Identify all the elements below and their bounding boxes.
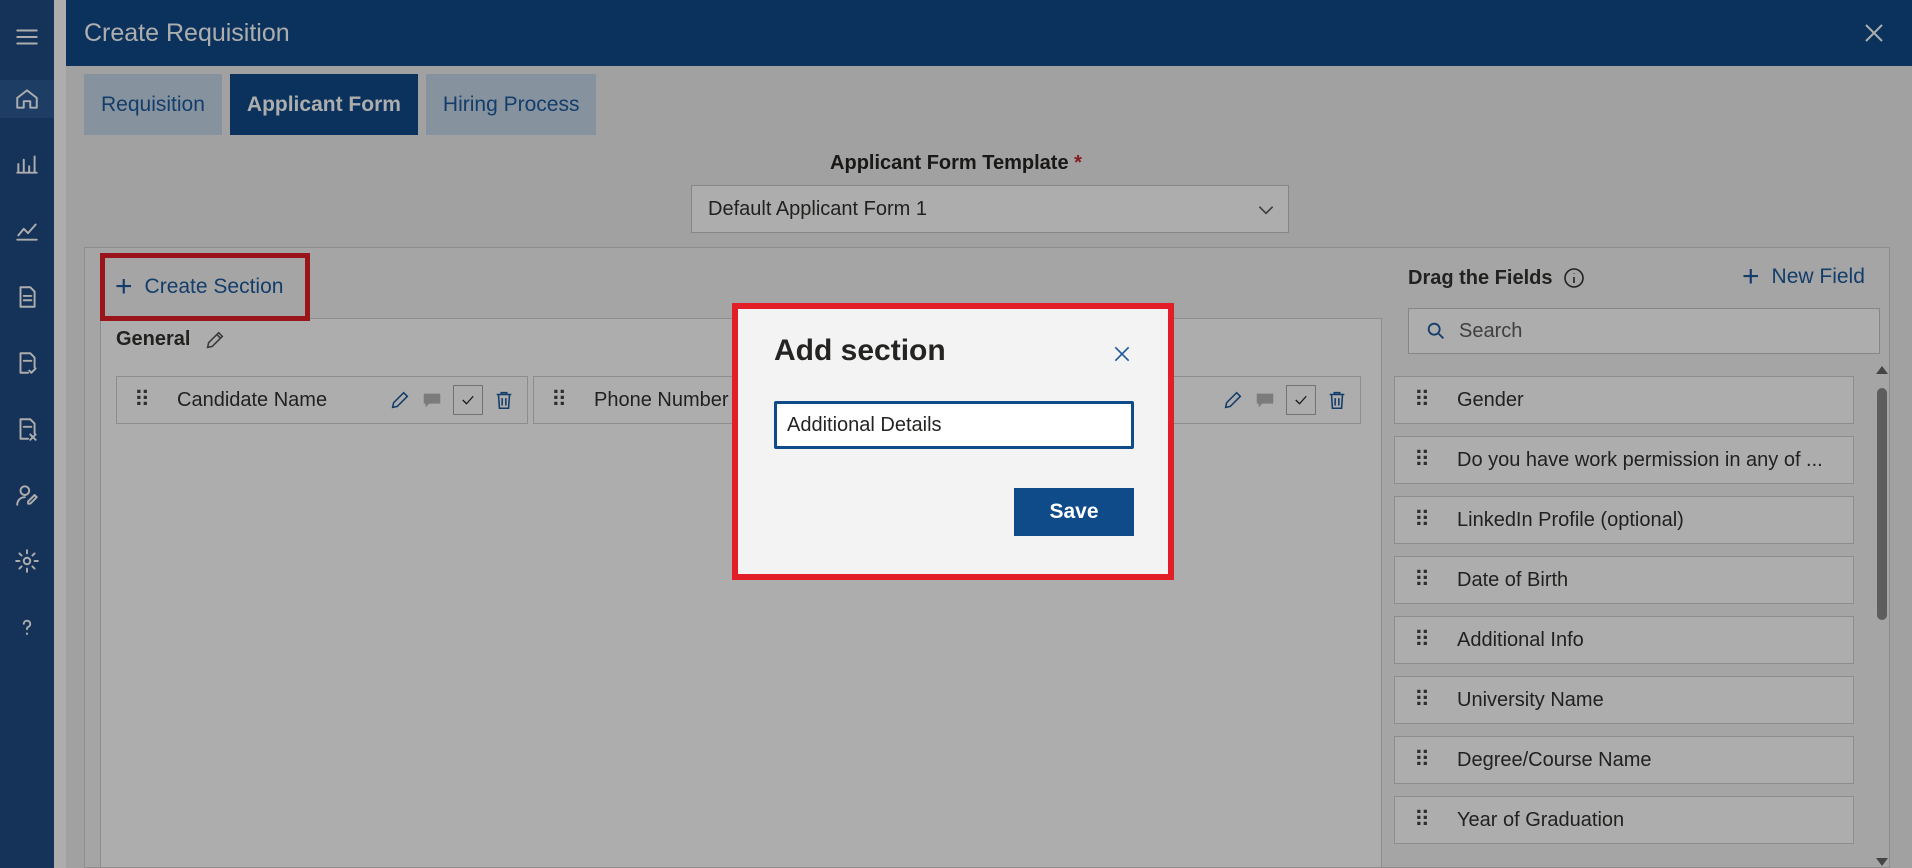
dialog-title: Add section bbox=[774, 334, 946, 367]
section-name-input[interactable] bbox=[774, 401, 1134, 449]
dialog-close-button[interactable] bbox=[1108, 340, 1136, 368]
close-icon bbox=[1114, 346, 1130, 362]
save-button[interactable]: Save bbox=[1014, 488, 1134, 536]
